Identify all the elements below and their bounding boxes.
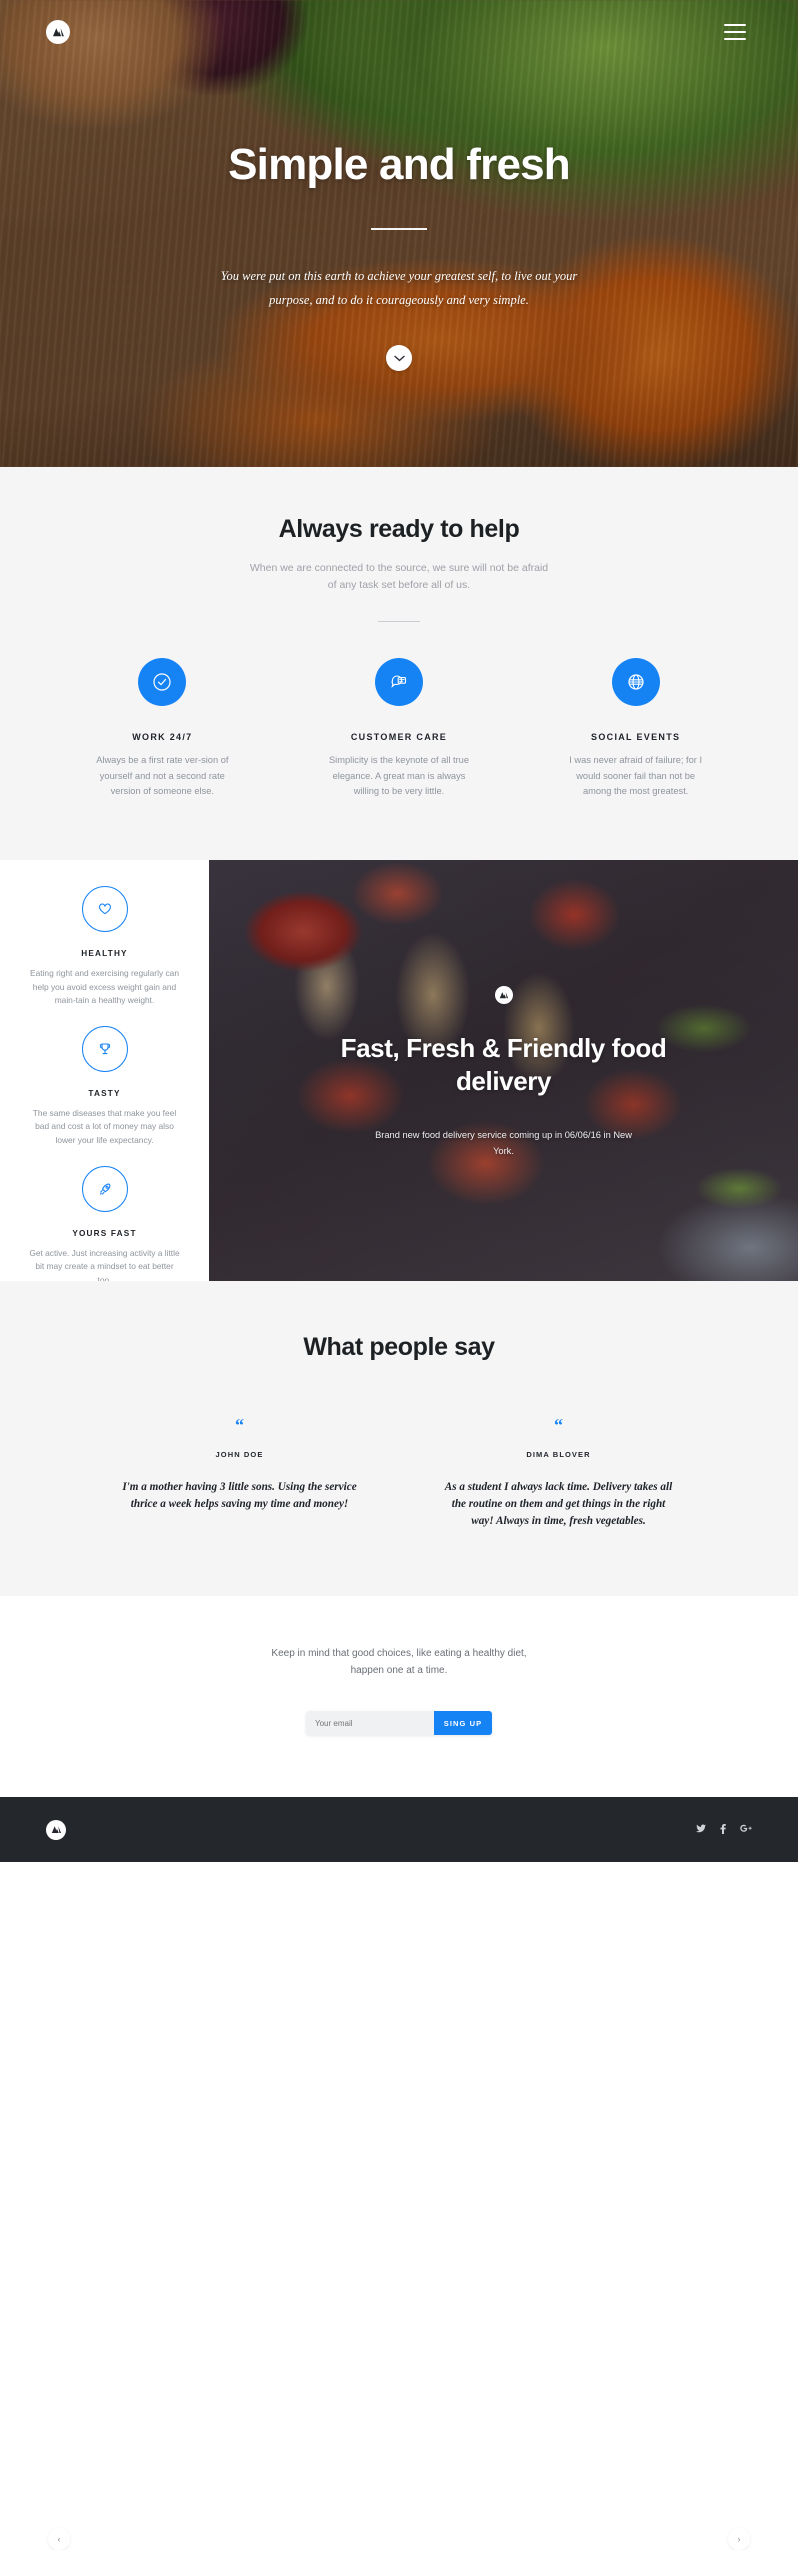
scroll-down-button[interactable] [386,345,412,371]
testimonial-item: “ JOHN DOE I'm a mother having 3 little … [122,1414,357,1530]
subscribe-text: Keep in mind that good choices, like eat… [271,1648,527,1676]
check-circle-icon [138,658,187,707]
globe-icon [611,658,660,707]
hamburger-menu-icon[interactable] [724,24,746,40]
feature-list: HEALTHY Eating right and exercising regu… [0,860,209,1285]
site-footer [0,1797,798,1863]
testimonial-prev-button[interactable]: ‹ [48,2527,70,2550]
help-title: Always ready to help [278,515,520,543]
email-input[interactable] [306,1711,434,1736]
feature-title: YOURS FAST [72,1228,137,1238]
help-subtitle: When we are connected to the source, we … [249,562,549,592]
quote-mark-icon: “ [554,1414,563,1435]
feature-title: TASTY [88,1088,121,1098]
testimonial-next-button[interactable]: › [728,2527,750,2550]
help-card-title: WORK 24/7 [132,732,193,743]
feature-item: TASTY The same diseases that make you fe… [29,1025,181,1148]
promo-panel: Fast, Fresh & Friendly food delivery Bra… [209,859,798,1281]
help-card-title: CUSTOMER CARE [350,732,448,743]
promo-title: Fast, Fresh & Friendly food delivery [340,1032,667,1097]
testimonials-section: What people say “ JOHN DOE I'm a mother … [0,1280,798,2550]
chevron-left-icon: ‹ [57,2533,61,2544]
hero-divider [371,228,427,230]
twitter-icon[interactable] [696,1824,706,1835]
subscribe-form: SING UP [306,1711,492,1736]
help-card: WORK 24/7 Always be a first rate ver-sio… [44,658,281,800]
hamburger-bar [724,31,746,33]
social-links [696,1823,752,1836]
feature-text: The same diseases that make you feel bad… [32,1107,177,1145]
trophy-icon [81,1025,128,1072]
feature-item: YOURS FAST Get active. Just increasing a… [29,1165,181,1288]
help-section: Always ready to help When we are connect… [0,467,798,860]
quote-mark-icon: “ [235,1414,244,1435]
testimonial-text: I'm a mother having 3 little sons. Using… [122,1481,357,1511]
footer-logo[interactable] [46,1819,66,1840]
testimonial-item: “ DIMA BLOVER As a student I always lack… [441,1414,676,1530]
testimonials-title: What people say [303,1332,495,1361]
help-card-text: Always be a first rate ver-sion of yours… [96,755,229,797]
hero-title: Simple and fresh [228,140,571,189]
chevron-right-icon: › [737,2533,741,2544]
mountain-logo-icon [52,27,65,37]
google-plus-icon[interactable] [740,1824,752,1835]
feature-title: HEALTHY [81,948,128,958]
help-card: CUSTOMER CARE Simplicity is the keynote … [281,658,518,800]
feature-text: Eating right and exercising regularly ca… [30,967,179,1006]
testimonial-author: JOHN DOE [215,1450,264,1460]
chevron-down-icon [393,355,405,362]
mountain-logo-icon [499,986,509,1004]
site-logo[interactable] [46,20,70,44]
mountain-logo-icon [51,1821,62,1839]
signup-button[interactable]: SING UP [434,1711,492,1736]
features-promo-section: HEALTHY Eating right and exercising regu… [0,859,798,1285]
hamburger-bar [724,24,746,26]
promo-subtitle: Brand new food delivery service coming u… [375,1130,632,1156]
help-card: SOCIAL EVENTS I was never afraid of fail… [517,658,754,800]
testimonial-text: As a student I always lack time. Deliver… [444,1481,673,1528]
help-card-text: I was never afraid of failure; for I wou… [569,755,703,797]
hero-section: Simple and fresh You were put on this ea… [0,0,798,467]
help-card-text: Simplicity is the keynote of all true el… [328,755,470,797]
help-divider [378,620,420,623]
rocket-icon [81,1165,128,1212]
testimonial-author: DIMA BLOVER [526,1450,591,1460]
hamburger-bar [724,38,746,40]
feature-item: HEALTHY Eating right and exercising regu… [29,885,181,1008]
heart-icon [81,885,128,932]
hero-subtitle: You were put on this earth to achieve yo… [220,269,578,308]
facebook-icon[interactable] [720,1823,726,1836]
promo-logo [494,985,513,1004]
help-card-list: WORK 24/7 Always be a first rate ver-sio… [0,658,798,800]
help-card-title: SOCIAL EVENTS [591,732,681,743]
chat-bubble-icon [375,658,423,707]
subscribe-section: Keep in mind that good choices, like eat… [0,1596,798,1798]
testimonial-list: “ JOHN DOE I'm a mother having 3 little … [0,1414,798,1530]
